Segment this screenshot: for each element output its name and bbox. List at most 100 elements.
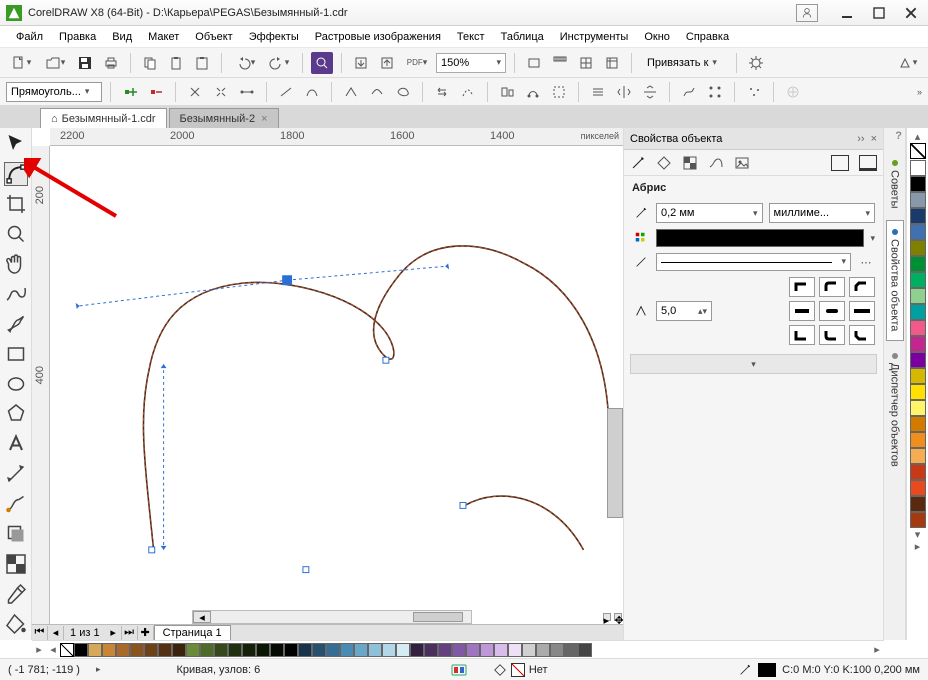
smooth-node-button[interactable] [366, 81, 388, 103]
no-color-swatch[interactable] [910, 143, 926, 159]
palette-color[interactable] [116, 643, 130, 657]
palette-color[interactable] [452, 643, 466, 657]
palette-color[interactable] [312, 643, 326, 657]
export-button[interactable] [376, 52, 398, 74]
ruler-vertical[interactable]: 200 400 [32, 146, 50, 624]
palette-color[interactable] [910, 480, 926, 496]
redo-button[interactable]: ▾ [264, 52, 294, 74]
palette-color[interactable] [910, 368, 926, 384]
palette-color[interactable] [578, 643, 592, 657]
panel-collapse-icon[interactable]: ›› [857, 133, 864, 145]
palette-color[interactable] [214, 643, 228, 657]
cusp-node-button[interactable] [340, 81, 362, 103]
copy-button[interactable] [139, 52, 161, 74]
palette-color[interactable] [910, 448, 926, 464]
reflect-v-button[interactable] [639, 81, 661, 103]
outline-width-combo[interactable]: 0,2 мм▾ [656, 203, 763, 223]
ruler-horizontal[interactable]: 2200 2000 1800 1600 1400 пикселей [50, 128, 623, 146]
reverse-direction-button[interactable] [431, 81, 453, 103]
rectangle-tool[interactable] [4, 342, 28, 366]
dimension-tool[interactable] [4, 462, 28, 486]
open-button[interactable]: ▾ [40, 52, 70, 74]
transparency-tool[interactable] [4, 552, 28, 576]
hpalette-fly[interactable]: ▸ [32, 643, 46, 656]
palette-color[interactable] [186, 643, 200, 657]
delete-node-button[interactable] [145, 81, 167, 103]
palette-color[interactable] [480, 643, 494, 657]
corner-bevel[interactable] [849, 277, 875, 297]
palette-color[interactable] [910, 272, 926, 288]
maximize-button[interactable] [868, 4, 890, 22]
corner-round2[interactable] [819, 325, 845, 345]
ellipse-tool[interactable] [4, 372, 28, 396]
hpalette-left[interactable]: ◂ [46, 643, 60, 656]
outline-color-swatch[interactable] [656, 229, 864, 247]
grid-button[interactable] [575, 52, 597, 74]
rulers-button[interactable] [549, 52, 571, 74]
palette-color[interactable] [910, 512, 926, 528]
page-first-button[interactable]: ⏮ [32, 626, 48, 640]
stretch-nodes-button[interactable] [548, 81, 570, 103]
print-button[interactable] [100, 52, 122, 74]
scroll-right-button[interactable]: ▸ [603, 613, 611, 621]
search-content-button[interactable] [311, 52, 333, 74]
corner-round[interactable] [819, 277, 845, 297]
panel-close-icon[interactable]: × [871, 133, 877, 145]
palette-color[interactable] [910, 496, 926, 512]
minimize-button[interactable] [836, 4, 858, 22]
cap-butt[interactable] [789, 301, 815, 321]
cap-square[interactable] [849, 301, 875, 321]
zoom-tool[interactable] [4, 222, 28, 246]
menu-object[interactable]: Объект [187, 29, 240, 45]
launch-button[interactable]: ▾ [892, 52, 922, 74]
menu-table[interactable]: Таблица [493, 29, 552, 45]
hpalette-right[interactable]: ▸ [870, 643, 884, 656]
palette-color[interactable] [910, 432, 926, 448]
palette-color[interactable] [910, 192, 926, 208]
publish-pdf-button[interactable]: PDF▾ [402, 52, 432, 74]
menu-layout[interactable]: Макет [140, 29, 187, 45]
paste-button[interactable] [165, 52, 187, 74]
palette-color[interactable] [910, 208, 926, 224]
menu-help[interactable]: Справка [678, 29, 737, 45]
palette-color[interactable] [74, 643, 88, 657]
clipboard-button[interactable] [191, 52, 213, 74]
corner-miter[interactable] [789, 277, 815, 297]
scroll-thumb[interactable] [413, 612, 463, 622]
fullscreen-button[interactable] [523, 52, 545, 74]
dropshadow-tool[interactable] [4, 522, 28, 546]
outline-color-caret[interactable]: ▾ [870, 233, 875, 244]
bounding-box-button[interactable] [782, 81, 804, 103]
help-icon[interactable]: ? [895, 130, 902, 142]
overflow-icon[interactable]: » [917, 87, 922, 97]
doc-tab-1[interactable]: ⌂ Безымянный-1.cdr [40, 108, 167, 128]
scrollbar-vertical[interactable] [607, 408, 623, 518]
join-nodes-button[interactable] [184, 81, 206, 103]
palette-color[interactable] [410, 643, 424, 657]
curve-tab-icon[interactable] [708, 155, 724, 171]
palette-color[interactable] [438, 643, 452, 657]
menu-text[interactable]: Текст [449, 29, 493, 45]
shape-mode-combo[interactable]: Прямоуголь...▾ [6, 82, 102, 102]
palette-color[interactable] [536, 643, 550, 657]
palette-color[interactable] [910, 400, 926, 416]
shape-tool[interactable] [4, 162, 28, 186]
docker-object-manager[interactable]: Диспетчер объектов [887, 345, 903, 475]
hpalette-nocolor[interactable] [60, 643, 74, 657]
palette-up[interactable]: ▴ [907, 130, 928, 142]
panel-mode-scroll[interactable] [859, 155, 877, 171]
transparency-tab-icon[interactable] [682, 155, 698, 171]
page-last-button[interactable]: ⏭ [122, 626, 138, 640]
menu-file[interactable]: Файл [8, 29, 51, 45]
eyedropper-tool[interactable] [4, 582, 28, 606]
cap-round[interactable] [819, 301, 845, 321]
palette-color[interactable] [910, 288, 926, 304]
connector-tool[interactable] [4, 492, 28, 516]
palette-color[interactable] [910, 224, 926, 240]
palette-color[interactable] [424, 643, 438, 657]
to-curve-button[interactable] [301, 81, 323, 103]
palette-color[interactable] [88, 643, 102, 657]
palette-color[interactable] [144, 643, 158, 657]
status-outline-swatch[interactable] [758, 663, 776, 677]
menu-view[interactable]: Вид [104, 29, 140, 45]
